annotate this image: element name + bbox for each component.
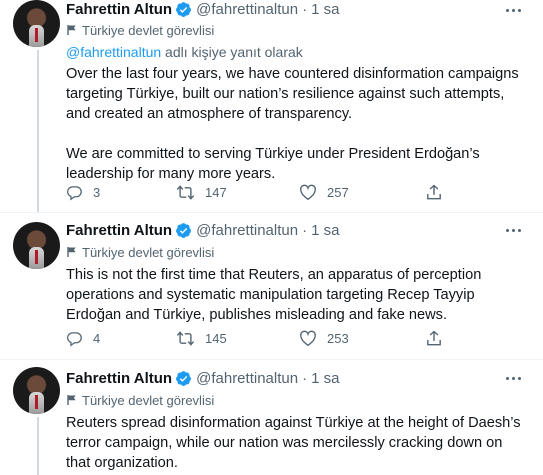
more-icon[interactable] bbox=[506, 368, 521, 388]
tweet-1[interactable]: Fahrettin Altun @fahrettinaltun · 1 sa T… bbox=[0, 0, 543, 212]
author-name[interactable]: Fahrettin Altun bbox=[66, 370, 172, 387]
tweet-header: Fahrettin Altun @fahrettinaltun · 1 sa bbox=[66, 220, 339, 240]
author-handle[interactable]: @fahrettinaltun bbox=[196, 222, 298, 239]
retweet-button[interactable]: 145 bbox=[176, 330, 227, 347]
more-icon[interactable] bbox=[506, 220, 521, 240]
account-label: Türkiye devlet görevlisi bbox=[66, 21, 214, 39]
verified-badge-icon bbox=[175, 1, 192, 18]
tweet-actions: 4 145 253 bbox=[66, 328, 446, 348]
flag-icon bbox=[67, 247, 76, 257]
tweet-actions: 3 147 257 bbox=[66, 182, 446, 202]
timestamp[interactable]: 1 sa bbox=[311, 370, 339, 387]
like-icon bbox=[300, 330, 316, 346]
like-icon bbox=[300, 184, 316, 200]
tweet-text: Over the last four years, we have counte… bbox=[66, 64, 528, 184]
tweet-paragraph: Over the last four years, we have counte… bbox=[66, 66, 519, 122]
timestamp[interactable]: 1 sa bbox=[311, 1, 339, 18]
thread-line bbox=[37, 417, 39, 475]
avatar[interactable] bbox=[13, 0, 60, 47]
like-button[interactable]: 253 bbox=[299, 330, 349, 347]
tweet-divider bbox=[0, 359, 543, 360]
tweet-3[interactable]: Fahrettin Altun @fahrettinaltun · 1 sa T… bbox=[0, 367, 543, 475]
reply-context: @fahrettinaltun adlı kişiye yanıt olarak bbox=[66, 43, 303, 61]
reply-button[interactable]: 4 bbox=[66, 330, 100, 347]
author-handle[interactable]: @fahrettinaltun bbox=[196, 370, 298, 387]
tweet-header: Fahrettin Altun @fahrettinaltun · 1 sa bbox=[66, 368, 339, 388]
tweet-text: This is not the first time that Reuters,… bbox=[66, 265, 528, 325]
thread-line bbox=[37, 50, 39, 212]
tweet-paragraph: Reuters spread disinformation against Tü… bbox=[66, 415, 521, 471]
tweet-paragraph: We are committed to serving Türkiye unde… bbox=[66, 146, 480, 182]
separator-dot: · bbox=[302, 0, 308, 18]
like-count: 257 bbox=[327, 184, 349, 200]
like-count: 253 bbox=[327, 330, 349, 346]
avatar-tie bbox=[35, 395, 38, 409]
avatar-tie bbox=[35, 28, 38, 42]
author-name[interactable]: Fahrettin Altun bbox=[66, 222, 172, 239]
separator-dot: · bbox=[302, 369, 308, 387]
flag-icon bbox=[67, 25, 76, 35]
avatar[interactable] bbox=[13, 222, 60, 269]
author-name[interactable]: Fahrettin Altun bbox=[66, 1, 172, 18]
reply-suffix: adlı kişiye yanıt olarak bbox=[165, 44, 303, 60]
avatar-tie bbox=[35, 250, 38, 264]
account-label-text: Türkiye devlet görevlisi bbox=[82, 244, 215, 260]
tweet-divider bbox=[0, 212, 543, 213]
reply-button[interactable]: 3 bbox=[66, 184, 100, 201]
retweet-count: 145 bbox=[205, 330, 227, 346]
share-button[interactable] bbox=[426, 184, 442, 201]
tweet-2[interactable]: Fahrettin Altun @fahrettinaltun · 1 sa T… bbox=[0, 222, 543, 363]
tweet-header: Fahrettin Altun @fahrettinaltun · 1 sa bbox=[66, 0, 339, 19]
reply-icon bbox=[67, 331, 82, 346]
verified-badge-icon bbox=[175, 370, 192, 387]
retweet-icon bbox=[176, 184, 195, 200]
flag-icon bbox=[67, 395, 76, 405]
retweet-count: 147 bbox=[205, 184, 227, 200]
account-label: Türkiye devlet görevlisi bbox=[66, 243, 214, 261]
tweet-text: Reuters spread disinformation against Tü… bbox=[66, 413, 528, 473]
timestamp[interactable]: 1 sa bbox=[311, 222, 339, 239]
account-label-text: Türkiye devlet görevlisi bbox=[82, 22, 215, 38]
reply-count: 4 bbox=[93, 330, 101, 346]
like-button[interactable]: 257 bbox=[299, 184, 349, 201]
reply-count: 3 bbox=[93, 184, 101, 200]
author-handle[interactable]: @fahrettinaltun bbox=[196, 1, 298, 18]
account-label-text: Türkiye devlet görevlisi bbox=[82, 392, 215, 408]
separator-dot: · bbox=[302, 221, 308, 239]
share-button[interactable] bbox=[426, 330, 442, 347]
avatar[interactable] bbox=[13, 367, 60, 414]
more-icon[interactable] bbox=[506, 0, 521, 20]
retweet-icon bbox=[176, 330, 195, 346]
tweet-paragraph: This is not the first time that Reuters,… bbox=[66, 267, 482, 323]
reply-mention-link[interactable]: @fahrettinaltun bbox=[66, 44, 161, 60]
reply-icon bbox=[67, 185, 82, 200]
account-label: Türkiye devlet görevlisi bbox=[66, 391, 214, 409]
retweet-button[interactable]: 147 bbox=[176, 184, 227, 201]
share-icon bbox=[427, 184, 441, 199]
share-icon bbox=[427, 330, 441, 345]
verified-badge-icon bbox=[175, 222, 192, 239]
